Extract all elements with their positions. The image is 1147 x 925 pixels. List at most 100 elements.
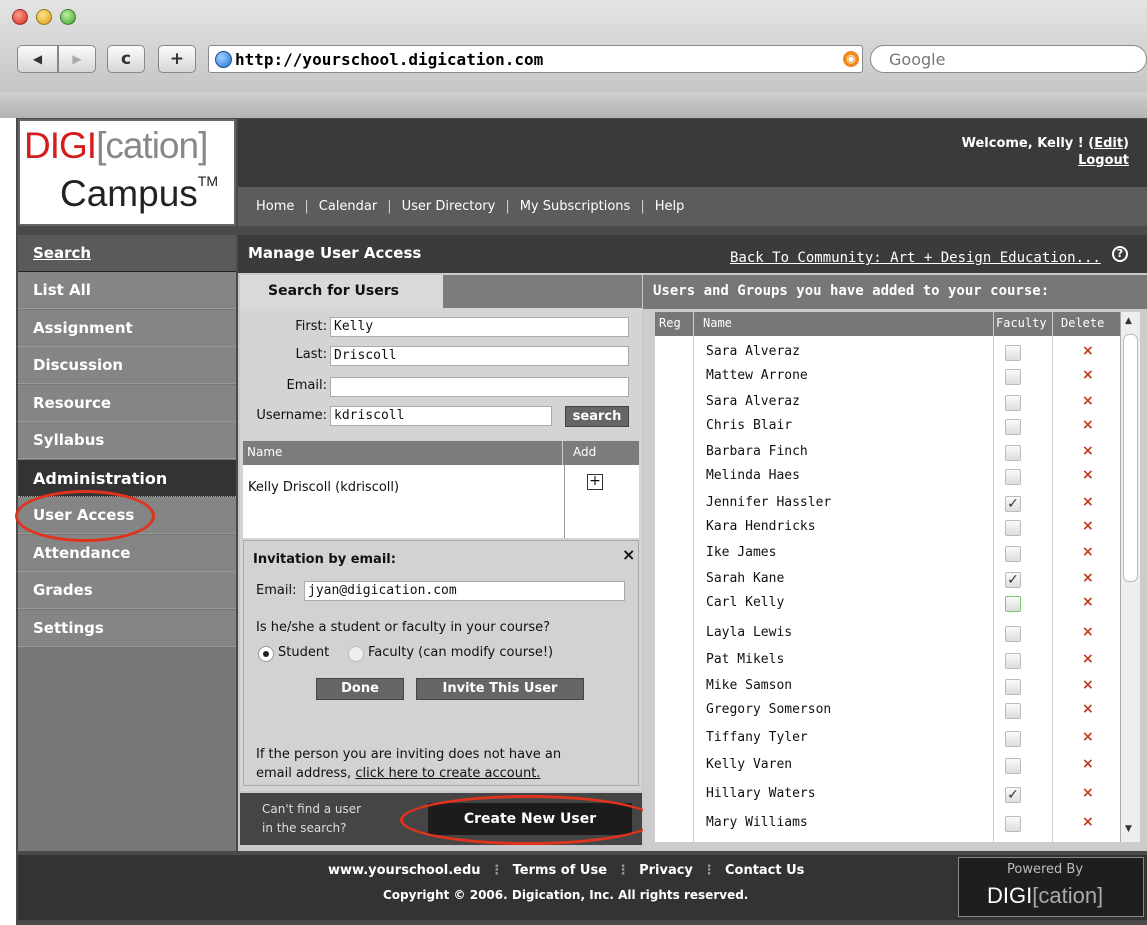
col-add: Add bbox=[573, 445, 597, 459]
invite-this-user-button[interactable]: Invite This User bbox=[416, 678, 584, 700]
delete-icon[interactable]: × bbox=[1082, 494, 1094, 510]
digication-logo[interactable]: DIGI[cation] CampusTM bbox=[18, 119, 236, 226]
delete-icon[interactable]: × bbox=[1082, 467, 1094, 483]
faculty-radio[interactable] bbox=[348, 646, 364, 662]
faculty-checkbox[interactable] bbox=[1005, 369, 1021, 385]
results-header: Name Add bbox=[243, 441, 639, 465]
scroll-down-icon[interactable]: ▼ bbox=[1125, 824, 1132, 834]
close-icon[interactable]: × bbox=[622, 545, 635, 564]
scroll-up-icon[interactable]: ▲ bbox=[1125, 316, 1132, 326]
faculty-checkbox[interactable]: ✓ bbox=[1005, 787, 1021, 803]
first-name-input[interactable]: Kelly bbox=[330, 317, 629, 337]
faculty-checkbox[interactable] bbox=[1005, 546, 1021, 562]
footer-link-contact[interactable]: Contact Us bbox=[725, 863, 804, 878]
faculty-checkbox[interactable] bbox=[1005, 703, 1021, 719]
faculty-checkbox[interactable] bbox=[1005, 679, 1021, 695]
nav-calendar[interactable]: Calendar bbox=[309, 199, 387, 214]
table-row: Sara Alveraz × bbox=[655, 390, 1120, 415]
users-scrollbar[interactable]: ▲ ▼ bbox=[1120, 312, 1140, 842]
footer-link-terms[interactable]: Terms of Use bbox=[513, 863, 607, 878]
sidebar-item-syllabus[interactable]: Syllabus bbox=[18, 422, 236, 459]
faculty-checkbox[interactable]: ✓ bbox=[1005, 572, 1021, 588]
sidebar-item-list-all[interactable]: List All bbox=[18, 272, 236, 309]
sidebar-item-settings[interactable]: Settings bbox=[18, 610, 236, 647]
footer-link-privacy[interactable]: Privacy bbox=[639, 863, 693, 878]
logout-link[interactable]: Logout bbox=[1078, 153, 1129, 168]
last-name-input[interactable]: Driscoll bbox=[330, 346, 629, 366]
delete-icon[interactable]: × bbox=[1082, 417, 1094, 433]
back-button[interactable]: ◀ bbox=[17, 45, 58, 73]
faculty-checkbox[interactable] bbox=[1005, 520, 1021, 536]
user-name: Sara Alveraz bbox=[706, 394, 800, 409]
invite-email-input[interactable]: jyan@digication.com bbox=[304, 581, 625, 601]
sidebar-item-assignment[interactable]: Assignment bbox=[18, 310, 236, 347]
delete-icon[interactable]: × bbox=[1082, 701, 1094, 717]
delete-icon[interactable]: × bbox=[1082, 343, 1094, 359]
done-button[interactable]: Done bbox=[316, 678, 404, 700]
faculty-checkbox[interactable] bbox=[1005, 816, 1021, 832]
username-input[interactable]: kdriscoll bbox=[330, 406, 552, 426]
powered-by-box[interactable]: Powered By DIGI[cation] bbox=[958, 857, 1144, 917]
logo-campus: Campus bbox=[60, 173, 198, 214]
sidebar-item-discussion[interactable]: Discussion bbox=[18, 347, 236, 384]
faculty-checkbox[interactable] bbox=[1005, 731, 1021, 747]
delete-icon[interactable]: × bbox=[1082, 594, 1094, 610]
delete-icon[interactable]: × bbox=[1082, 393, 1094, 409]
close-window-icon[interactable] bbox=[12, 9, 28, 25]
faculty-checkbox[interactable] bbox=[1005, 395, 1021, 411]
add-bookmark-button[interactable]: + bbox=[158, 45, 196, 73]
help-icon[interactable]: ? bbox=[1112, 246, 1128, 262]
faculty-checkbox[interactable] bbox=[1005, 626, 1021, 642]
nav-my-subscriptions[interactable]: My Subscriptions bbox=[510, 199, 641, 214]
zoom-window-icon[interactable] bbox=[60, 9, 76, 25]
delete-icon[interactable]: × bbox=[1082, 756, 1094, 772]
delete-icon[interactable]: × bbox=[1082, 651, 1094, 667]
faculty-checkbox[interactable] bbox=[1005, 345, 1021, 361]
sidebar-item-attendance[interactable]: Attendance bbox=[18, 535, 236, 572]
sidebar-item-grades[interactable]: Grades bbox=[18, 572, 236, 609]
add-user-plus-icon[interactable]: + bbox=[587, 474, 603, 490]
delete-icon[interactable]: × bbox=[1082, 624, 1094, 640]
sidebar-item-resource[interactable]: Resource bbox=[18, 385, 236, 422]
faculty-checkbox[interactable] bbox=[1005, 419, 1021, 435]
edit-link[interactable]: Edit bbox=[1094, 136, 1123, 151]
student-radio[interactable] bbox=[258, 646, 274, 662]
delete-icon[interactable]: × bbox=[1082, 544, 1094, 560]
back-to-community-link[interactable]: Back To Community: Art + Design Educatio… bbox=[730, 250, 1101, 266]
tab-search-for-users[interactable]: Search for Users bbox=[240, 275, 443, 308]
browser-search-field[interactable]: Google bbox=[870, 45, 1147, 73]
delete-icon[interactable]: × bbox=[1082, 443, 1094, 459]
faculty-checkbox[interactable] bbox=[1005, 445, 1021, 461]
table-row: Hillary Waters ✓ × bbox=[655, 782, 1120, 807]
footer-link-school[interactable]: www.yourschool.edu bbox=[328, 863, 481, 878]
logo-tm: TM bbox=[197, 173, 218, 189]
faculty-checkbox[interactable] bbox=[1005, 653, 1021, 669]
col-delete: Delete bbox=[1061, 316, 1105, 330]
delete-icon[interactable]: × bbox=[1082, 367, 1094, 383]
delete-icon[interactable]: × bbox=[1082, 518, 1094, 534]
faculty-checkbox[interactable] bbox=[1005, 469, 1021, 485]
scroll-thumb[interactable] bbox=[1123, 334, 1138, 582]
delete-icon[interactable]: × bbox=[1082, 677, 1094, 693]
nav-help[interactable]: Help bbox=[645, 199, 695, 214]
address-bar[interactable]: http://yourschool.digication.com bbox=[208, 45, 863, 73]
email-input[interactable] bbox=[330, 377, 629, 397]
faculty-checkbox[interactable] bbox=[1005, 596, 1021, 612]
table-row: Mattew Arrone × bbox=[655, 364, 1120, 389]
delete-icon[interactable]: × bbox=[1082, 814, 1094, 830]
sidebar-item-search[interactable]: Search bbox=[18, 235, 236, 272]
search-button[interactable]: search bbox=[565, 406, 629, 427]
nav-home[interactable]: Home bbox=[246, 199, 304, 214]
create-account-link[interactable]: click here to create account. bbox=[355, 766, 540, 781]
forward-button[interactable]: ▶ bbox=[58, 45, 96, 73]
rss-icon[interactable]: ◉ bbox=[843, 51, 859, 67]
delete-icon[interactable]: × bbox=[1082, 570, 1094, 586]
delete-icon[interactable]: × bbox=[1082, 785, 1094, 801]
faculty-checkbox[interactable]: ✓ bbox=[1005, 496, 1021, 512]
reload-button[interactable]: c bbox=[107, 45, 145, 73]
faculty-checkbox[interactable] bbox=[1005, 758, 1021, 774]
minimize-window-icon[interactable] bbox=[36, 9, 52, 25]
delete-icon[interactable]: × bbox=[1082, 729, 1094, 745]
browser-toolbar: ◀ ▶ c + http://yourschool.digication.com… bbox=[0, 0, 1147, 118]
nav-user-directory[interactable]: User Directory bbox=[392, 199, 506, 214]
